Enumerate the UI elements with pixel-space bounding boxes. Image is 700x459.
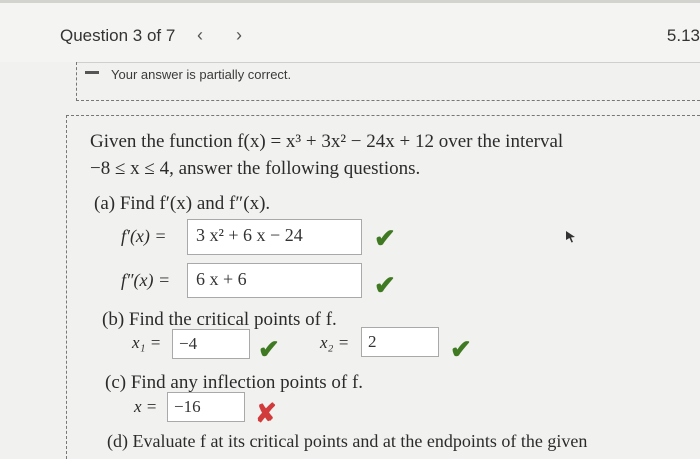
fdouble-label: f″(x) = [121, 270, 171, 290]
fprime-correct-check-icon: ✔ [374, 223, 396, 253]
inflection-x-label: x = [134, 397, 158, 416]
status-message: Your answer is partially correct. [111, 67, 292, 82]
fprime-answer-input[interactable]: 3 x² + 6 x − 24 [187, 219, 362, 255]
part-a-prompt: (a) Find f′(x) and f″(x). [94, 193, 271, 214]
mouse-cursor-icon [566, 231, 575, 243]
part-c-prompt: (c) Find any inflection points of f. [105, 372, 364, 393]
inflection-incorrect-cross-icon: ✘ [255, 398, 277, 428]
previous-question-button[interactable]: ‹ [197, 25, 203, 46]
inflection-answer-value: −16 [174, 397, 201, 416]
x2-label: x₂ = [320, 333, 350, 352]
next-question-button[interactable]: › [236, 25, 242, 46]
critical-point-x1-input[interactable]: −4 [172, 329, 250, 359]
answer-status-banner: Your answer is partially correct. [76, 62, 700, 101]
question-intro-line-2: −8 ≤ x ≤ 4, answer the following questio… [90, 158, 421, 179]
fprime-label: f′(x) = [121, 226, 167, 246]
question-counter: Question 3 of 7 [60, 26, 176, 45]
inflection-point-input[interactable]: −16 [167, 392, 245, 422]
x1-answer-value: −4 [179, 334, 198, 353]
score-value: 5.13 [666, 26, 700, 45]
question-intro-line-1: Given the function f(x) = x³ + 3x² − 24x… [90, 131, 564, 152]
part-d-prompt: (d) Evaluate f at its critical points an… [107, 431, 588, 451]
fdoubleprime-correct-check-icon: ✔ [374, 270, 396, 300]
part-b-prompt: (b) Find the critical points of f. [102, 309, 337, 330]
x2-correct-check-icon: ✔ [450, 334, 472, 364]
fprime-answer-value: 3 x² + 6 x − 24 [196, 225, 303, 245]
fdoubleprime-answer-input[interactable]: 6 x + 6 [187, 263, 362, 298]
critical-point-x2-input[interactable]: 2 [361, 327, 439, 357]
fdoubleprime-answer-value: 6 x + 6 [196, 269, 247, 289]
question-header: Question 3 of 7 ‹ › 5.13 [0, 0, 700, 62]
x2-answer-value: 2 [368, 332, 377, 351]
x1-label: x₁ = [132, 333, 162, 352]
x1-correct-check-icon: ✔ [258, 334, 280, 364]
minus-icon [85, 71, 99, 74]
